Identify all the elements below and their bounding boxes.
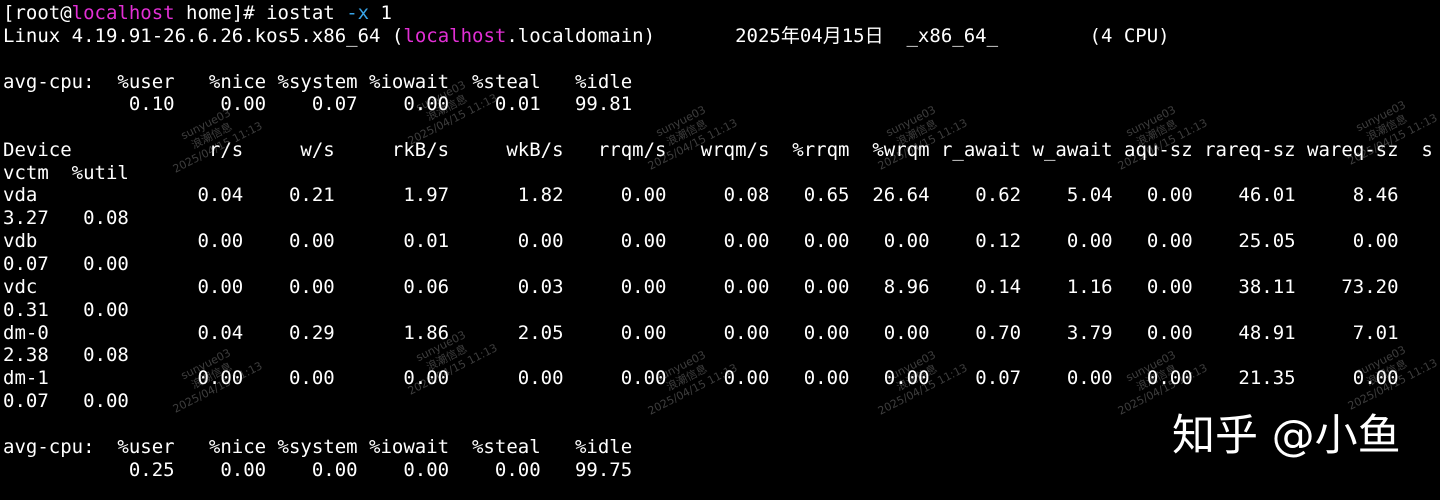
device-header: Device r/s w/s rkB/s wkB/s rrqm/s wrqm/s… xyxy=(3,139,1433,161)
device-row: dm-0 0.04 0.29 1.86 2.05 0.00 0.00 0.00 … xyxy=(3,322,1399,344)
cpu-values: 0.25 0.00 0.00 0.00 0.00 99.75 xyxy=(3,459,633,481)
user-watermark: sunyue03 浪潮信息 2025/04/15 11:13 xyxy=(875,103,970,173)
prompt-command: home]# iostat xyxy=(174,2,347,24)
system-info-kernel: Linux 4.19.91-26.6.26.kos5.x86_64 ( xyxy=(3,25,404,47)
prompt-hostname: localhost xyxy=(71,2,175,24)
command-line: [root@localhost home]# iostat -x 1 xyxy=(3,2,392,24)
device-row: dm-1 0.00 0.00 0.00 0.00 0.00 0.00 0.00 … xyxy=(3,367,1399,389)
device-row-wrap: 0.07 0.00 xyxy=(3,253,129,275)
user-watermark: sunyue03 浪潮信息 2025/04/15 11:13 xyxy=(645,103,740,173)
device-row: vdc 0.00 0.00 0.06 0.03 0.00 0.00 0.00 8… xyxy=(3,276,1399,298)
device-row-wrap: 0.31 0.00 xyxy=(3,299,129,321)
system-info-hostname: localhost xyxy=(403,25,507,47)
device-header-wrap: vctm %util xyxy=(3,162,129,184)
terminal-window[interactable]: [root@localhost home]# iostat -x 1 Linux… xyxy=(0,0,1440,500)
device-row-wrap: 3.27 0.08 xyxy=(3,207,129,229)
prompt-prefix: [root@ xyxy=(3,2,72,24)
command-option: -x xyxy=(346,2,370,24)
cpu-header: avg-cpu: %user %nice %system %iowait %st… xyxy=(3,436,633,458)
device-row-wrap: 2.38 0.08 xyxy=(3,344,129,366)
device-row: vdb 0.00 0.00 0.01 0.00 0.00 0.00 0.00 0… xyxy=(3,230,1399,252)
system-info-line: Linux 4.19.91-26.6.26.kos5.x86_64 (local… xyxy=(3,25,1170,47)
cpu-header: avg-cpu: %user %nice %system %iowait %st… xyxy=(3,71,633,93)
cpu-values: 0.10 0.00 0.07 0.00 0.01 99.81 xyxy=(3,93,633,115)
command-argument: 1 xyxy=(369,2,392,24)
zhihu-author-watermark: 知乎 @小鱼 xyxy=(1172,411,1401,461)
user-watermark: sunyue03 浪潮信息 2025/04/15 11:13 xyxy=(1115,103,1210,173)
device-row-wrap: 0.07 0.00 xyxy=(3,390,129,412)
system-info-details: .localdomain) 2025年04月15日 _x86_64_ (4 CP… xyxy=(506,25,1170,47)
device-row: vda 0.04 0.21 1.97 1.82 0.00 0.08 0.65 2… xyxy=(3,184,1399,206)
